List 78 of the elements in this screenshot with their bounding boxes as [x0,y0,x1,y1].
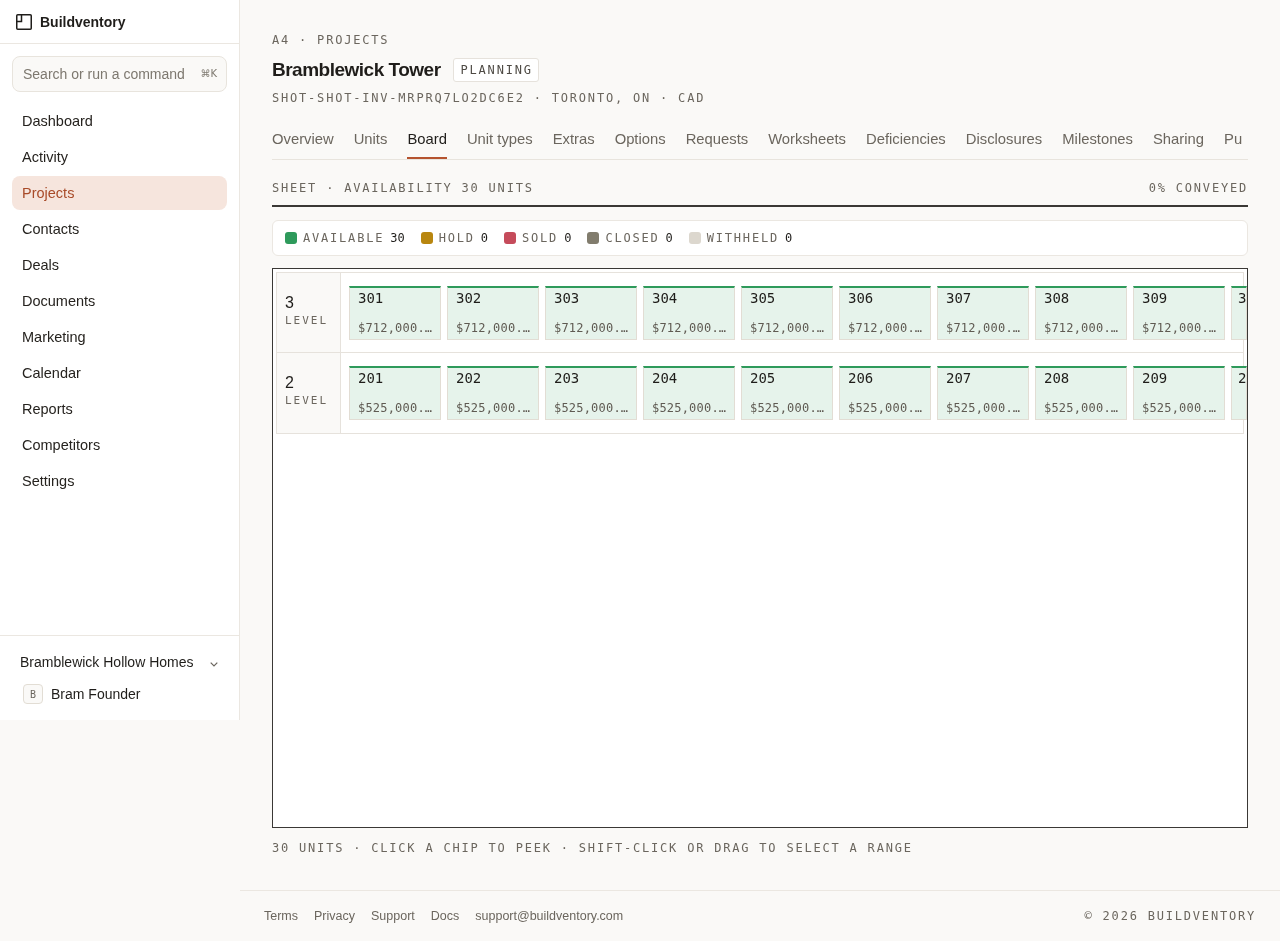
nav-item[interactable]: Reports [12,392,227,426]
unit-chip[interactable]: 306 $712,000.… [839,286,931,340]
legend-label: SOLD [522,230,559,246]
legend-label: HOLD [438,230,475,246]
copyright: © 2026 BUILDVENTORY [1084,909,1256,923]
tab[interactable]: Overview [272,124,334,159]
footer-link[interactable]: Terms [264,909,299,923]
user-avatar: B [23,684,43,704]
tab[interactable]: Requests [685,124,749,159]
legend-label: WITHHELD [706,230,779,246]
footer-link[interactable]: Privacy [314,909,355,923]
unit-chip[interactable]: 204 $525,000.… [643,366,735,420]
unit-chip[interactable]: 303 $712,000.… [545,286,637,340]
nav-item[interactable]: Documents [12,284,227,318]
level-number: 2 [285,373,295,393]
nav-item[interactable]: Activity [12,140,227,174]
nav-item[interactable]: Competitors [12,428,227,462]
footer-link[interactable]: Support [371,909,415,923]
chevron-down-icon [210,661,218,667]
legend-count: 0 [784,230,793,246]
nav-item[interactable]: Marketing [12,320,227,354]
board-hint: 30 UNITS · CLICK A CHIP TO PEEK · SHIFT-CLICK OR DRAG TO SELECT A RANGE [272,840,914,856]
unit-chip[interactable]: 3 [1231,286,1247,340]
nav-item[interactable]: Dashboard [12,104,227,138]
unit-chip[interactable]: 206 $525,000.… [839,366,931,420]
level-label: LEVEL [285,393,330,409]
user-name: Bram Founder [51,686,141,702]
tab[interactable]: Worksheets [768,124,846,159]
unit-chip[interactable]: 205 $525,000.… [741,366,833,420]
project-meta: SHOT-SHOT-INV-MRPRQ7LO2DC6E2 · TORONTO, ON · CAD [272,90,707,106]
nav-item[interactable]: Projects [12,176,227,210]
tab[interactable]: Milestones [1062,124,1133,159]
unit-chip[interactable]: 308 $712,000.… [1035,286,1127,340]
breadcrumb: A4 · PROJECTS [272,32,391,48]
shortcut-hint: ⌘K [200,67,217,81]
legend-count: 0 [665,230,673,246]
brand-name: Buildventory [40,12,126,31]
unit-chip[interactable]: 207 $525,000.… [937,366,1029,420]
tab[interactable]: Units [353,124,388,159]
unit-chip[interactable]: 302 $712,000.… [447,286,539,340]
tab[interactable]: Unit types [466,124,533,159]
project-title: Bramblewick Tower [272,58,441,82]
legend-label: CLOSED [605,230,660,246]
status-badge: PLANNING [452,58,539,82]
legend-label: AVAILABLE [303,230,385,246]
sheet-title: SHEET · AVAILABILITY 30 UNITS [272,180,534,196]
unit-chip[interactable]: 305 $712,000.… [741,286,833,340]
unit-chip[interactable]: 202 $525,000.… [447,366,539,420]
unit-chip[interactable]: 208 $525,000.… [1035,366,1127,420]
tab[interactable]: Sharing [1153,124,1204,159]
workspace-switcher[interactable]: Bramblewick Hollow Homes [12,652,227,672]
tab[interactable]: Board [407,124,447,159]
nav-item[interactable]: Contacts [12,212,227,246]
legend-count: 30 [390,230,405,246]
legend-count: 0 [480,230,489,246]
tab[interactable]: Pu [1224,124,1243,159]
tab[interactable]: Disclosures [965,124,1043,159]
unit-chip[interactable]: 201 $525,000.… [349,366,441,420]
unit-chip[interactable]: 304 $712,000.… [643,286,735,340]
brand-logo-icon [16,13,32,30]
level-label: LEVEL [285,312,330,329]
nav-item[interactable]: Settings [12,464,227,498]
unit-chip[interactable]: 301 $712,000.… [349,286,441,340]
nav-item[interactable]: Deals [12,248,227,282]
unit-chip[interactable]: 203 $525,000.… [545,366,637,420]
tab[interactable]: Options [614,124,666,159]
nav-item[interactable]: Calendar [12,356,227,390]
conveyed-label: 0% CONVEYED [1148,180,1248,196]
level-number: 3 [285,292,295,313]
tab[interactable]: Deficiencies [866,124,946,159]
unit-chip[interactable]: 309 $712,000.… [1133,286,1225,340]
legend-count: 0 [564,230,572,246]
unit-chip[interactable]: 307 $712,000.… [937,286,1029,340]
footer-link[interactable]: support@buildventory.com [475,909,624,923]
tab[interactable]: Extras [552,124,595,159]
unit-chip[interactable]: 2 [1231,366,1247,420]
footer-link[interactable]: Docs [430,909,460,923]
unit-chip[interactable]: 209 $525,000.… [1133,366,1225,420]
